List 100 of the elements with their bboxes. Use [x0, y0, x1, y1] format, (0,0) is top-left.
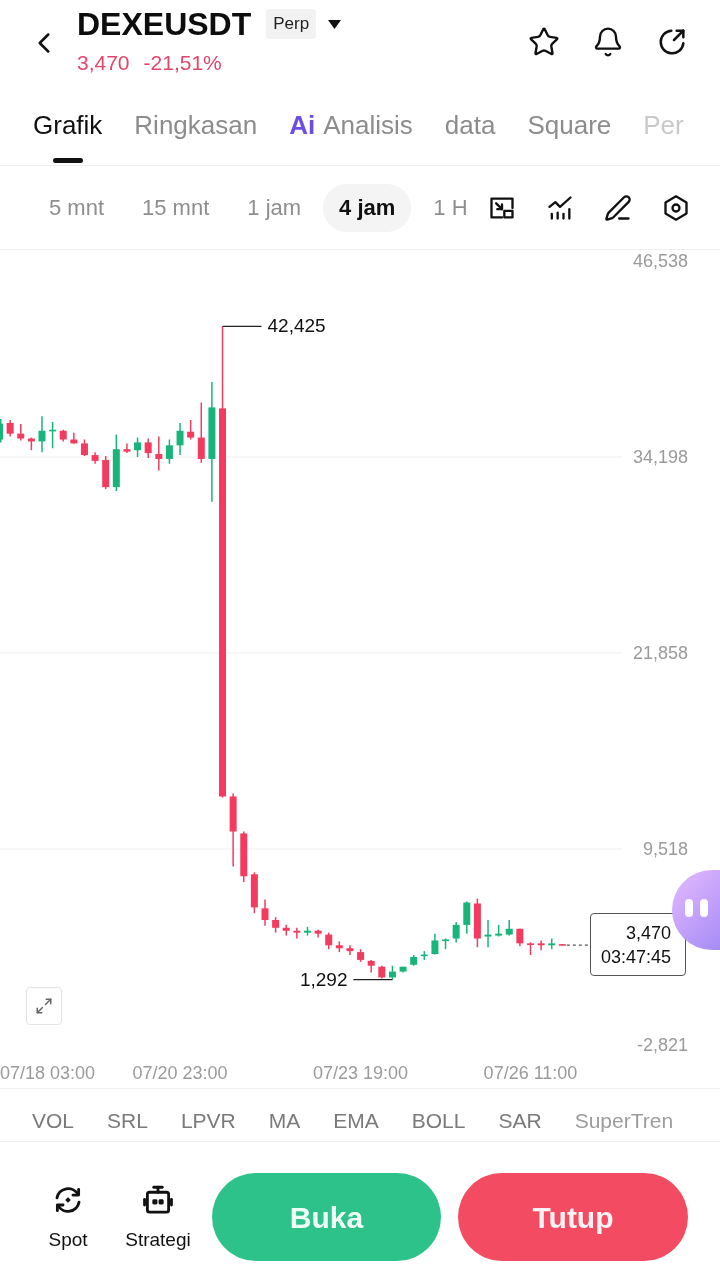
- tab[interactable]: data: [444, 92, 496, 163]
- candlestick: [134, 436, 142, 458]
- candlestick: [495, 924, 503, 938]
- candlestick: [38, 415, 46, 453]
- candlestick: [314, 929, 322, 939]
- indicator-chart-icon[interactable]: [546, 193, 574, 222]
- candlestick: [0, 418, 3, 444]
- candlestick: [272, 916, 280, 934]
- last-price: 3,470: [77, 50, 130, 76]
- pencil-icon[interactable]: [604, 193, 632, 222]
- candlestick: [463, 900, 471, 935]
- indicator-tab[interactable]: LPVR: [180, 1109, 236, 1133]
- candlestick: [70, 431, 78, 445]
- candlestick: [399, 965, 407, 974]
- tab[interactable]: Grafik: [33, 92, 103, 163]
- bell-icon[interactable]: [592, 26, 624, 58]
- candlestick: [123, 442, 131, 454]
- close-button[interactable]: Tutup: [458, 1173, 688, 1261]
- candlestick: [59, 429, 67, 443]
- price-axis-label: 21,858: [632, 643, 688, 663]
- time-axis-label: 07/18 03:00: [0, 1063, 96, 1083]
- candlestick: [187, 419, 195, 441]
- price-axis-label: 46,538: [632, 251, 688, 271]
- candlestick: [537, 939, 545, 951]
- candlestick: [527, 941, 534, 956]
- candlestick: [165, 438, 173, 465]
- settings-icon[interactable]: [662, 193, 690, 222]
- indicator-tab[interactable]: VOL: [32, 1109, 75, 1133]
- candlestick: [250, 871, 258, 914]
- ai-label: Ai: [289, 109, 316, 141]
- tab[interactable]: Ai Analisis: [289, 92, 413, 163]
- price-change: -21,51%: [143, 50, 222, 76]
- star-icon[interactable]: [528, 26, 560, 58]
- candlestick: [410, 954, 418, 967]
- candlestick: [112, 433, 120, 492]
- symbol-title: DEXEUSDT: [77, 6, 252, 42]
- indicator-tab[interactable]: SuperTren: [574, 1109, 674, 1133]
- shortcut-button[interactable]: Strategi: [118, 1183, 198, 1251]
- low-price-label: 1,292: [299, 968, 348, 991]
- time-axis-label: 07/23 19:00: [313, 1063, 409, 1083]
- last-price-line: [566, 944, 591, 946]
- candlestick: [144, 437, 152, 459]
- candlestick: [6, 419, 14, 438]
- candlestick: [335, 940, 343, 953]
- candlestick: [367, 959, 375, 974]
- expand-button[interactable]: [26, 987, 62, 1025]
- candlestick: [49, 421, 57, 449]
- candlestick: [240, 830, 248, 883]
- candlestick: [442, 937, 450, 950]
- candlestick: [548, 937, 556, 950]
- candlestick: [91, 451, 99, 465]
- candlestick: [17, 423, 25, 442]
- interval-tab[interactable]: 15 mnt: [126, 183, 226, 232]
- candlestick: [346, 944, 354, 956]
- candlestick: [357, 948, 365, 963]
- candlestick: [388, 965, 396, 981]
- candlestick: [155, 435, 163, 472]
- candlestick: [282, 924, 290, 937]
- caret-down-icon[interactable]: [328, 19, 342, 29]
- indicator-tab[interactable]: SRL: [107, 1109, 148, 1133]
- interval-tab[interactable]: 1 H: [417, 183, 476, 232]
- tab[interactable]: Ringkasan: [134, 92, 258, 163]
- candlestick: [261, 898, 269, 927]
- indicator-tab[interactable]: SAR: [498, 1109, 542, 1133]
- leader-line: [352, 979, 394, 981]
- candlestick: [197, 401, 205, 464]
- expand-icon: [35, 997, 53, 1015]
- candlestick: [325, 931, 333, 950]
- candlestick: [27, 436, 35, 451]
- indicator-tab[interactable]: MA: [268, 1109, 301, 1133]
- assistant-bubble-icon[interactable]: [672, 870, 720, 950]
- candlestick: [293, 927, 301, 940]
- candlestick: [176, 422, 184, 456]
- candlestick: [304, 926, 311, 937]
- interval-tab[interactable]: 4 jam: [323, 183, 412, 232]
- candlestick: [431, 932, 439, 956]
- leader-line: [221, 325, 263, 327]
- indicator-tab[interactable]: BOLL: [411, 1109, 466, 1133]
- interval-tab[interactable]: 5 mnt: [33, 183, 121, 232]
- contract-type-badge: Perp: [266, 9, 317, 39]
- indicator-tab[interactable]: EMA: [333, 1109, 379, 1133]
- candlestick: [102, 455, 110, 490]
- interval-tab[interactable]: 1 jam: [231, 183, 318, 232]
- time-axis-label: 07/26 11:00: [483, 1063, 578, 1083]
- high-price-label: 42,425: [267, 315, 326, 338]
- time-axis-label: 07/20 23:00: [132, 1063, 228, 1083]
- candlestick: [484, 919, 492, 948]
- open-button[interactable]: Buka: [212, 1173, 441, 1261]
- candlestick: [516, 928, 524, 948]
- candlestick: [505, 919, 513, 937]
- candlestick: [80, 438, 88, 457]
- price-axis-label: 9,518: [642, 839, 688, 859]
- shortcut-button[interactable]: Spot: [38, 1183, 98, 1251]
- candlestick: [378, 965, 386, 980]
- price-axis-label: 34,198: [632, 447, 688, 467]
- tab[interactable]: Square: [527, 92, 612, 163]
- candlestick: [473, 897, 481, 948]
- candlestick: [452, 921, 460, 944]
- candlestick: [420, 950, 428, 961]
- candle-countdown: 03:47:45: [600, 945, 671, 969]
